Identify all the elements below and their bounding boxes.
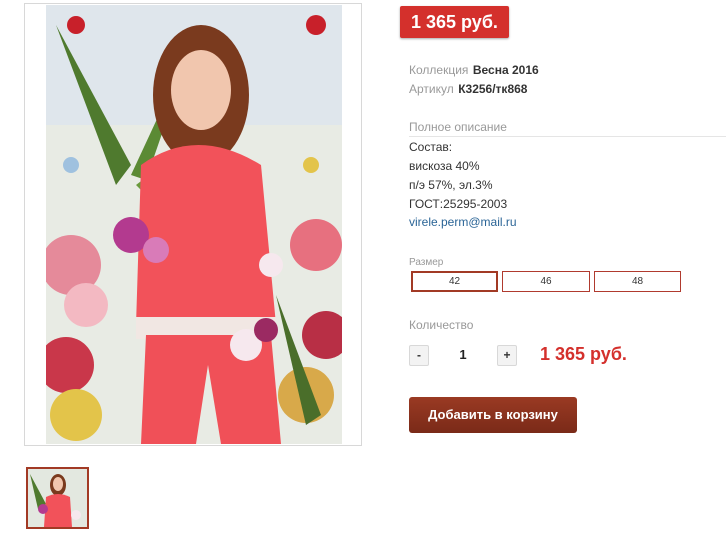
quantity-value[interactable]: 1: [453, 347, 473, 363]
description-line: Состав:: [409, 140, 453, 154]
size-option-42[interactable]: 42: [411, 271, 498, 292]
description-divider: [409, 136, 726, 137]
collection-row: Коллекция Весна 2016: [409, 62, 539, 78]
article-row: Артикул К3256/тк868: [409, 81, 527, 97]
collection-label: Коллекция: [409, 63, 469, 77]
quantity-increment-button[interactable]: +: [497, 345, 517, 366]
email-link[interactable]: virele.perm@mail.ru: [409, 214, 517, 230]
size-option-48[interactable]: 48: [594, 271, 681, 292]
collection-value: Весна 2016: [472, 63, 539, 77]
size-label: Размер: [409, 257, 444, 268]
description-line: ГОСТ:25295-2003: [409, 197, 508, 211]
quantity-label: Количество: [409, 318, 474, 332]
description-header: Полное описание: [409, 120, 507, 134]
quantity-total-price: 1 365 руб.: [540, 344, 627, 364]
article-label: Артикул: [409, 82, 454, 96]
product-thumbnail[interactable]: [26, 467, 89, 529]
quantity-decrement-button[interactable]: -: [409, 345, 429, 366]
article-value: К3256/тк868: [458, 82, 528, 96]
size-option-46[interactable]: 46: [502, 271, 590, 292]
add-to-cart-button[interactable]: Добавить в корзину: [409, 397, 577, 433]
description-text: Состав: вискоза 40% п/э 57%, эл.3% ГОСТ:…: [409, 138, 507, 214]
description-line: вискоза 40%: [409, 159, 480, 173]
description-line: п/э 57%, эл.3%: [409, 178, 493, 192]
price-badge: 1 365 руб.: [400, 6, 509, 38]
product-image-frame[interactable]: [24, 3, 362, 446]
product-photo[interactable]: [46, 5, 342, 444]
